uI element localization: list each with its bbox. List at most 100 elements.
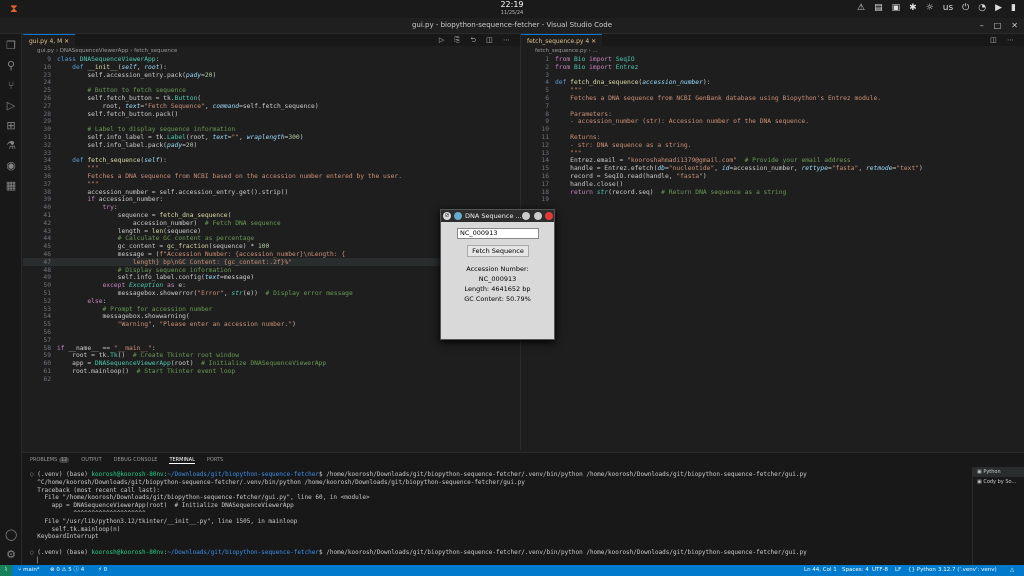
clock[interactable]: 22:19 11/25/24: [480, 1, 544, 17]
code-line[interactable]: from Bio import SeqIO: [555, 56, 635, 64]
code-line[interactable]: self.fetch_button = tk.Button(: [57, 95, 201, 103]
code-line[interactable]: Fetches a DNA sequence from NCBI based o…: [57, 173, 402, 181]
ports-status[interactable]: ⚡ 0: [98, 565, 107, 576]
language-label[interactable]: us: [943, 3, 953, 13]
code-line[interactable]: - str: DNA sequence as a string.: [555, 142, 691, 150]
source-control-icon[interactable]: ⑂: [5, 80, 17, 92]
power-icon[interactable]: ⏻: [962, 3, 969, 13]
remote-indicator-icon[interactable]: ⌇: [0, 565, 12, 576]
code-line[interactable]: length = len(sequence): [57, 228, 201, 236]
account-icon[interactable]: ◯: [5, 529, 17, 541]
code-line[interactable]: """: [555, 150, 581, 158]
extensions-icon[interactable]: ⊞: [5, 120, 17, 132]
terminal-item-python[interactable]: ▣ Python: [973, 467, 1024, 477]
close-icon[interactable]: [545, 212, 553, 220]
code-line[interactable]: length} bp\nGC Content: {gc_content:.2f}…: [57, 259, 292, 267]
notification-icon[interactable]: ⚠: [857, 3, 865, 13]
code-line[interactable]: Fetches a DNA sequence from NCBI GenBank…: [555, 95, 881, 103]
tab-ports[interactable]: PORTS: [207, 457, 223, 464]
tab-output[interactable]: OUTPUT: [81, 457, 101, 464]
code-line[interactable]: # Label to display sequence information: [57, 126, 235, 134]
wifi-icon[interactable]: ◔: [978, 3, 986, 13]
cursor-position[interactable]: Ln 44, Col 1: [804, 565, 837, 576]
indentation[interactable]: Spaces: 4: [842, 565, 869, 576]
code-line[interactable]: messagebox.showwarning(: [57, 313, 189, 321]
encoding[interactable]: UTF-8: [872, 565, 888, 576]
problems-status[interactable]: ⊗ 0 ⚠ 5 ⓘ 4: [50, 565, 84, 576]
bluetooth-icon[interactable]: ✱: [909, 3, 917, 13]
code-line[interactable]: except Exception as e:: [57, 282, 186, 290]
code-line[interactable]: Returns:: [555, 134, 600, 142]
code-line[interactable]: root, text="Fetch Sequence", command=sel…: [57, 103, 318, 111]
remote-icon[interactable]: ◉: [5, 160, 17, 172]
code-line[interactable]: try:: [57, 204, 118, 212]
tab-terminal[interactable]: TERMINAL: [169, 457, 195, 464]
maximize-icon[interactable]: □: [994, 21, 1002, 30]
line-ending[interactable]: LF: [895, 565, 901, 576]
code-line[interactable]: class DNASequenceViewerApp:: [57, 56, 159, 64]
minimize-icon[interactable]: [522, 212, 530, 220]
breadcrumb-right[interactable]: fetch_sequence.py › ...: [521, 46, 598, 56]
code-line[interactable]: Parameters:: [555, 111, 612, 119]
code-line[interactable]: record = SeqIO.read(handle, "fasta"): [555, 173, 707, 181]
code-line[interactable]: root.mainloop() # Start Tkinter event lo…: [57, 368, 235, 376]
explorer-icon[interactable]: ❐: [5, 40, 17, 52]
code-line[interactable]: accession_number = self.accession_entry.…: [57, 189, 288, 197]
code-line[interactable]: from Bio import Entrez: [555, 64, 638, 72]
code-line[interactable]: return str(record.seq) # Return DNA sequ…: [555, 189, 786, 197]
code-line[interactable]: def fetch_dna_sequence(accession_number)…: [555, 79, 710, 87]
language-mode[interactable]: {} Python: [908, 565, 936, 576]
code-line[interactable]: # Button to fetch sequence: [57, 87, 186, 95]
run-debug-icon[interactable]: ▷: [5, 100, 17, 112]
code-line[interactable]: app = DNASequenceViewerApp(root) # Initi…: [57, 360, 326, 368]
activities-icon[interactable]: ⧗: [10, 2, 18, 16]
terminal-output[interactable]: ○ (.venv) (base) koorosh@koorosh-80nv:~/…: [30, 471, 980, 565]
code-line[interactable]: """: [555, 87, 581, 95]
code-line[interactable]: handle.close(): [555, 181, 623, 189]
code-line[interactable]: handle = Entrez.efetch(db="nucleotide", …: [555, 165, 923, 173]
search-icon[interactable]: ⚲: [5, 60, 17, 72]
code-line[interactable]: self.accession_entry.pack(pady=20): [57, 72, 216, 80]
editor-actions[interactable]: ▷ ⎘ ⮌ ◫ ⋯: [439, 36, 514, 47]
code-line[interactable]: self.fetch_button.pack(): [57, 111, 178, 119]
python-interpreter[interactable]: 3.12.7 ('.venv': venv): [938, 565, 997, 576]
code-line[interactable]: def fetch_sequence(self):: [57, 157, 167, 165]
code-line[interactable]: """: [57, 165, 98, 173]
code-line[interactable]: """: [57, 181, 98, 189]
code-line[interactable]: # Calculate GC content as percentage: [57, 235, 254, 243]
right-code-editor[interactable]: 1 from Bio import SeqIO 2 from Bio import E…: [521, 56, 1021, 216]
code-line[interactable]: def __init__(self, root):: [57, 64, 167, 72]
volume-icon[interactable]: ▶: [995, 3, 1002, 13]
tab-problems[interactable]: PROBLEMS 12: [30, 457, 70, 464]
code-line[interactable]: self.info_label.pack(pady=20): [57, 142, 197, 150]
tab-fetch-sequence-py[interactable]: fetch_sequence.py 4 ✕: [521, 34, 603, 46]
testing-icon[interactable]: ⚗: [5, 140, 17, 152]
code-line[interactable]: self.info_label = tk.Label(root, text=""…: [57, 134, 303, 142]
tab-debug-console[interactable]: DEBUG CONSOLE: [114, 457, 158, 464]
breadcrumb[interactable]: gui.py › DNASequenceViewerApp › fetch_se…: [23, 46, 177, 56]
code-line[interactable]: # Prompt for accession number: [57, 306, 213, 314]
settings-gear-icon[interactable]: ⚙: [5, 549, 17, 561]
code-line[interactable]: "Warning", "Please enter an accession nu…: [57, 321, 296, 329]
accession-input[interactable]: NC_000913: [457, 228, 539, 239]
bell-icon[interactable]: △: [1010, 565, 1014, 576]
brightness-icon[interactable]: ☼: [926, 3, 934, 13]
code-line[interactable]: - accession_number (str): Accession numb…: [555, 118, 809, 126]
code-line[interactable]: root = tk.Tk() # Create Tkinter root win…: [57, 352, 239, 360]
code-line[interactable]: if accession_number:: [57, 196, 163, 204]
code-line[interactable]: messagebox.showerror("Error", str(e)) # …: [57, 290, 353, 298]
clipboard-icon[interactable]: ▤: [874, 3, 883, 13]
code-line[interactable]: message = (f"Accession Number: {accessio…: [57, 251, 345, 259]
code-line[interactable]: gc_content = gc_fraction(sequence) * 100: [57, 243, 270, 251]
code-line[interactable]: accession_number) # Fetch DNA sequence: [57, 220, 281, 228]
docker-icon[interactable]: ▦: [5, 180, 17, 192]
terminal-item-cody[interactable]: ▣ Cody by So...: [973, 477, 1024, 487]
code-line[interactable]: else:: [57, 298, 106, 306]
maximize-icon[interactable]: [534, 212, 542, 220]
code-line[interactable]: if __name__ == "__main__":: [57, 345, 156, 353]
editor-actions-right[interactable]: ◫ ⋯: [990, 36, 1018, 44]
branch-status[interactable]: ⑂ main*: [18, 565, 40, 576]
fetch-sequence-button[interactable]: Fetch Sequence: [467, 245, 529, 257]
tab-gui-py[interactable]: gui.py 4, M ✕: [23, 34, 76, 46]
minimize-icon[interactable]: –: [980, 21, 984, 30]
